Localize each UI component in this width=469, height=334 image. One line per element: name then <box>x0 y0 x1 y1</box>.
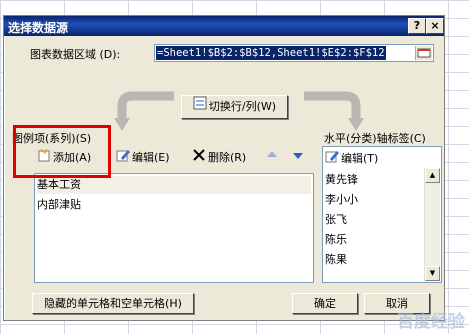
range-value: =Sheet1!$B$2:$B$12,Sheet1!$E$2:$F$12 <box>156 46 386 60</box>
scroll-down-icon[interactable]: ▼ <box>425 266 440 281</box>
delete-icon <box>192 148 206 168</box>
title-bar: 选择数据源 ? × <box>4 16 444 36</box>
list-item[interactable]: 陈乐 <box>325 231 347 249</box>
select-data-source-dialog: 选择数据源 ? × 图表数据区域 (D): =Sheet1!$B$2:$B$12… <box>3 15 445 321</box>
ok-button[interactable]: 确定 <box>292 293 358 314</box>
move-down-icon[interactable] <box>292 148 304 166</box>
switch-icon <box>193 96 207 118</box>
scrollbar[interactable]: ▲ ▼ <box>424 168 440 281</box>
watermark: 百度经验 <box>397 312 465 332</box>
list-item[interactable]: 陈果 <box>325 251 347 269</box>
series-heading: 图例项(系列)(S) <box>12 132 92 145</box>
axis-labels-list[interactable]: 编辑(T) 黄先锋 李小小 张飞 陈乐 陈果 ▲ ▼ <box>322 146 442 283</box>
edit-icon <box>116 148 130 168</box>
range-label: 图表数据区域 (D): <box>30 48 121 61</box>
close-button[interactable]: × <box>426 18 444 34</box>
switch-row-column-button[interactable]: 切换行/列(W) <box>181 95 288 119</box>
left-curve-arrow-icon <box>114 91 174 131</box>
collapse-dialog-icon[interactable] <box>415 46 432 60</box>
scroll-up-icon[interactable]: ▲ <box>425 168 440 183</box>
list-item[interactable]: 黄先锋 <box>325 171 358 189</box>
series-list[interactable]: 基本工资 内部津贴 <box>34 173 314 283</box>
chart-data-range-input[interactable]: =Sheet1!$B$2:$B$12,Sheet1!$E$2:$F$12 <box>154 44 434 62</box>
axis-labels-heading: 水平(分类)轴标签(C) <box>324 132 426 145</box>
list-item[interactable]: 张飞 <box>325 211 347 229</box>
edit-axis-labels-button[interactable]: 编辑(T) <box>325 149 378 167</box>
dialog-title: 选择数据源 <box>8 21 69 35</box>
edit-series-button[interactable]: 编辑(E) <box>116 148 170 166</box>
right-curve-arrow-icon <box>304 91 364 131</box>
move-up-icon[interactable] <box>266 148 278 166</box>
delete-series-button[interactable]: 删除(R) <box>192 148 246 166</box>
add-icon <box>37 148 51 168</box>
list-item[interactable]: 基本工资 <box>37 176 311 194</box>
edit-icon <box>325 149 339 169</box>
add-series-button[interactable]: 添加(A) <box>37 148 91 166</box>
help-button[interactable]: ? <box>408 18 426 34</box>
list-item[interactable]: 李小小 <box>325 191 358 209</box>
hidden-empty-cells-button[interactable]: 隐藏的单元格和空单元格(H) <box>32 293 194 314</box>
list-item[interactable]: 内部津贴 <box>37 196 81 214</box>
